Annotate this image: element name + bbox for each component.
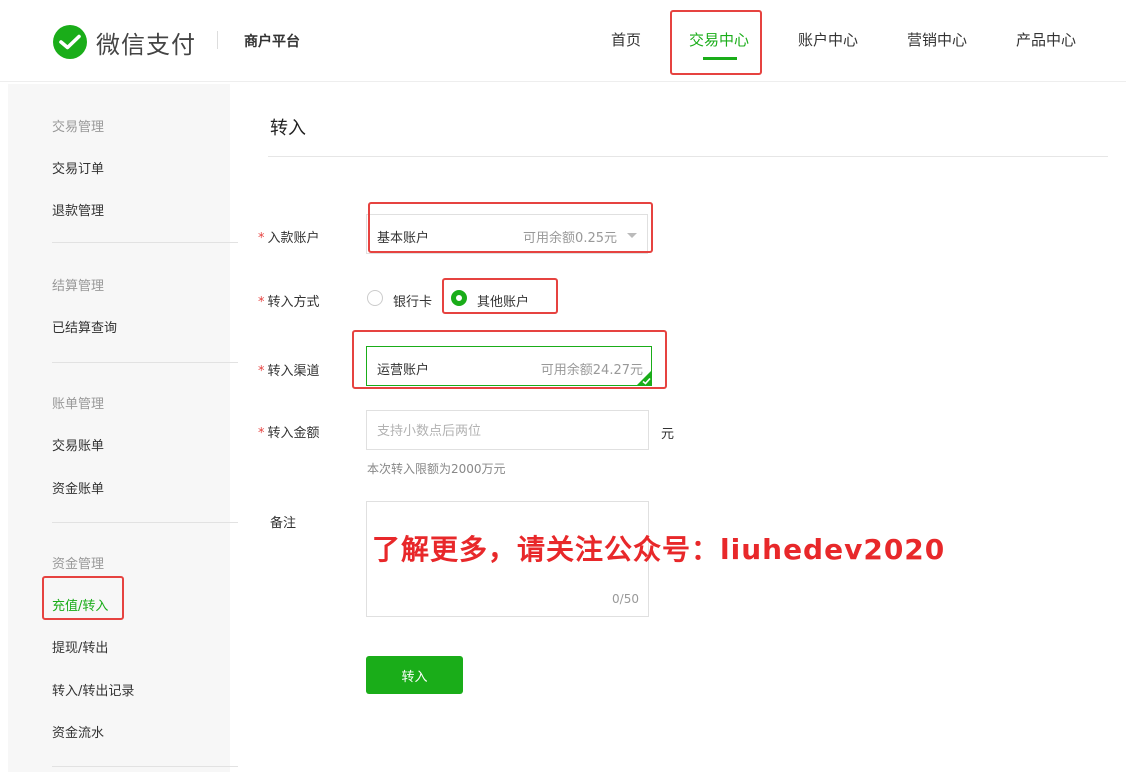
sidebar-item-fund-bill[interactable]: 资金账单 (52, 478, 104, 497)
amount-field[interactable] (366, 410, 649, 450)
nav-marketing-center[interactable]: 营销中心 (907, 29, 967, 50)
sidebar-group-settlement: 结算管理 (52, 279, 105, 294)
sidebar-item-trade-orders[interactable]: 交易订单 (52, 158, 104, 177)
nav-home[interactable]: 首页 (611, 29, 641, 50)
nav-product-center[interactable]: 产品中心 (1016, 29, 1076, 50)
logo-divider (217, 31, 218, 49)
sidebar: 交易管理 交易订单 退款管理 结算管理 已结算查询 账单管理 交易账单 资金账单… (8, 84, 238, 772)
sidebar-item-fund-flow[interactable]: 资金流水 (52, 722, 104, 741)
sidebar-divider (52, 522, 238, 523)
sidebar-divider (52, 362, 238, 363)
sidebar-divider (52, 242, 238, 243)
wechat-pay-logo-icon (53, 25, 87, 59)
wechat-pay-logo[interactable]: 微信支付 (52, 24, 196, 60)
highlight-box-sidebar (42, 576, 124, 620)
amount-limit-hint: 本次转入限额为2000万元 (367, 462, 506, 476)
brand-name: 微信支付 (96, 30, 196, 59)
radio-bank-card[interactable] (367, 290, 383, 306)
page-title: 转入 (270, 118, 306, 139)
sidebar-item-settled-query[interactable]: 已结算查询 (52, 317, 117, 336)
amount-label-text: 转入金额 (267, 426, 320, 441)
sidebar-item-trade-bill[interactable]: 交易账单 (52, 435, 104, 454)
amount-label: * 转入金额 (258, 422, 320, 441)
method-label: * 转入方式 (258, 291, 320, 310)
highlight-box-nav (670, 10, 762, 75)
title-divider (268, 156, 1108, 157)
sidebar-item-withdraw[interactable]: 提现/转出 (52, 637, 108, 656)
sidebar-group-trade: 交易管理 (52, 120, 105, 135)
sidebar-divider (52, 766, 238, 767)
sidebar-group-funds: 资金管理 (52, 557, 105, 572)
remark-counter: 0/50 (612, 592, 639, 606)
platform-name: 商户平台 (244, 34, 300, 50)
sidebar-group-bills: 账单管理 (52, 397, 105, 412)
sidebar-item-transfer-records[interactable]: 转入/转出记录 (52, 680, 134, 699)
required-mark: * (258, 295, 265, 310)
required-mark: * (258, 231, 265, 246)
remark-label: 备注 (270, 516, 297, 531)
top-header: 微信支付 商户平台 首页 交易中心 账户中心 营销中心 产品中心 (0, 0, 1126, 82)
sidebar-item-refund[interactable]: 退款管理 (52, 200, 104, 219)
highlight-box-account (368, 202, 653, 253)
highlight-box-method (442, 278, 558, 314)
account-label: * 入款账户 (258, 227, 320, 246)
nav-account-center[interactable]: 账户中心 (798, 29, 858, 50)
radio-bank-card-label[interactable]: 银行卡 (393, 291, 432, 310)
channel-label: * 转入渠道 (258, 360, 320, 379)
account-label-text: 入款账户 (267, 231, 320, 246)
watermark-text: 了解更多，请关注公众号：liuhedev2020 (372, 533, 946, 566)
amount-unit: 元 (661, 427, 675, 442)
submit-button[interactable]: 转入 (366, 656, 463, 694)
required-mark: * (258, 364, 265, 379)
channel-label-text: 转入渠道 (267, 364, 320, 379)
highlight-box-channel (352, 330, 667, 389)
amount-input[interactable] (377, 421, 637, 441)
required-mark: * (258, 426, 265, 441)
method-label-text: 转入方式 (267, 295, 320, 310)
